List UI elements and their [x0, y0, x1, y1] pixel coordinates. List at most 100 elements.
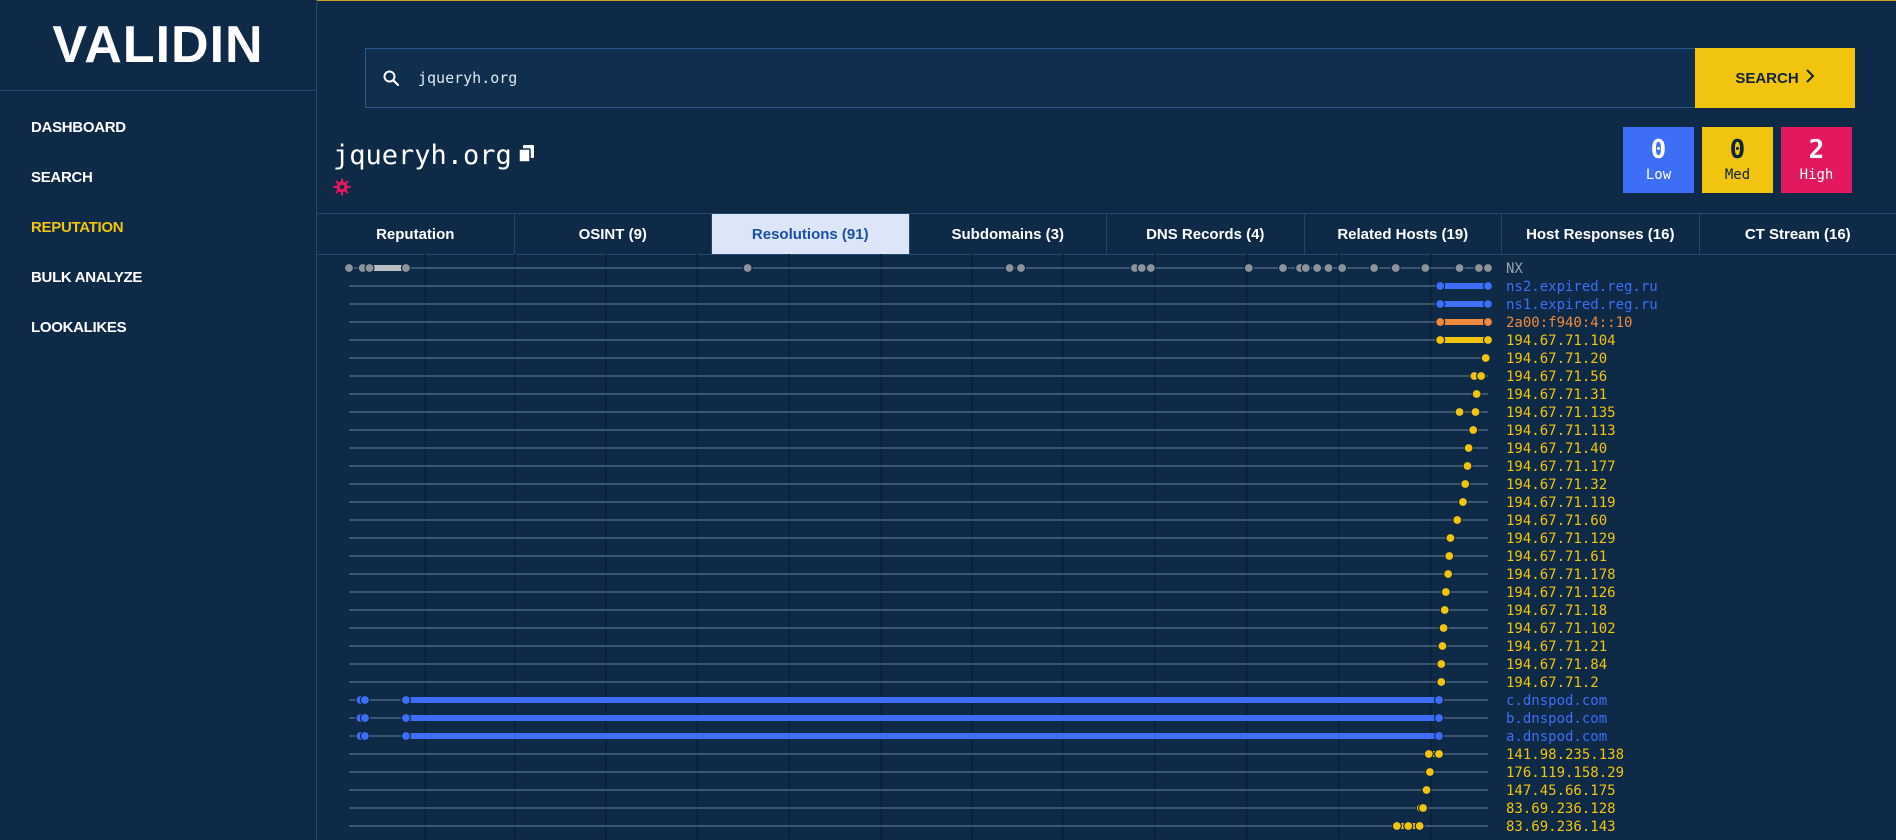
timeline-point — [1462, 460, 1473, 472]
med-count-badge[interactable]: 0 Med — [1702, 127, 1773, 193]
timeline-point — [1136, 262, 1147, 274]
resolution-label: 194.67.71.135 — [1506, 405, 1616, 421]
timeline-point — [1452, 514, 1463, 526]
tab-host-responses[interactable]: Host Responses (16) — [1502, 214, 1700, 254]
resolution-label: ns1.expired.reg.ru — [1506, 297, 1658, 313]
timeline-point — [1423, 748, 1434, 760]
sidebar-item-dashboard[interactable]: DASHBOARD — [0, 111, 316, 161]
timeline-point — [1323, 262, 1334, 274]
tab-osint[interactable]: OSINT (9) — [515, 214, 712, 254]
resolution-label: 194.67.71.21 — [1506, 639, 1607, 655]
timeline-point — [1468, 424, 1479, 436]
timeline-point — [1482, 298, 1494, 310]
resolution-label: 194.67.71.84 — [1506, 657, 1607, 673]
timeline-point — [742, 262, 753, 274]
timeline-point — [1300, 262, 1311, 274]
timeline-point — [1437, 640, 1448, 652]
high-count: 2 — [1808, 135, 1825, 165]
timeline-point — [1482, 280, 1494, 292]
timeline-point — [1440, 586, 1451, 598]
timeline-point — [1435, 280, 1446, 292]
timeline-point — [1015, 262, 1027, 274]
search-icon — [366, 70, 416, 86]
timeline-point — [400, 730, 412, 742]
timeline-point — [1482, 334, 1494, 346]
resolution-label: 147.45.66.175 — [1506, 783, 1616, 799]
tab-resolutions[interactable]: Resolutions (91) — [712, 214, 910, 254]
timeline-point — [1473, 262, 1484, 274]
sidebar-item-reputation[interactable]: REPUTATION — [0, 211, 316, 261]
timeline-point — [359, 712, 371, 724]
timeline-point — [1471, 388, 1482, 400]
resolution-label: ns2.expired.reg.ru — [1506, 279, 1658, 295]
timeline-point — [400, 712, 412, 724]
timeline-point — [1004, 262, 1015, 274]
tab-dns-records[interactable]: DNS Records (4) — [1107, 214, 1305, 254]
tab-subdomains[interactable]: Subdomains (3) — [910, 214, 1107, 254]
timeline-point — [1243, 262, 1254, 274]
copy-icon[interactable] — [518, 140, 536, 171]
timeline-point — [1277, 262, 1289, 274]
risk-counters: 0 Low 0 Med 2 High — [1623, 127, 1852, 193]
sidebar-item-search[interactable]: SEARCH — [0, 161, 316, 211]
resolution-label: 194.67.71.126 — [1506, 585, 1616, 601]
sidebar-item-lookalikes[interactable]: LOOKALIKES — [0, 311, 316, 361]
low-count-badge[interactable]: 0 Low — [1623, 127, 1694, 193]
resolution-label: c.dnspod.com — [1506, 693, 1607, 709]
timeline-point — [343, 262, 355, 274]
resolution-label: b.dnspod.com — [1506, 711, 1607, 727]
timeline-point — [1433, 730, 1445, 742]
validin-logo[interactable]: VALIDIN — [0, 0, 316, 91]
timeline-point — [1436, 676, 1447, 688]
sidebar-nav: DASHBOARD SEARCH REPUTATION BULK ANALYZE… — [0, 91, 316, 361]
resolution-label: 194.67.71.60 — [1506, 513, 1607, 529]
timeline-point — [1433, 712, 1445, 724]
timeline-point — [1403, 820, 1414, 832]
timeline-point — [1435, 334, 1446, 346]
high-label: High — [1799, 167, 1834, 183]
resolution-label: 194.67.71.32 — [1506, 477, 1607, 493]
timeline-point — [1480, 352, 1491, 364]
timeline-point — [1476, 370, 1487, 382]
resolution-label: 194.67.71.61 — [1506, 549, 1607, 565]
timeline-point — [1435, 316, 1446, 328]
timeline-point — [1443, 568, 1454, 580]
resolution-label: 194.67.71.102 — [1506, 621, 1616, 637]
search-button[interactable]: SEARCH — [1695, 48, 1855, 108]
tab-ct-stream[interactable]: CT Stream (16) — [1700, 214, 1896, 254]
timeline-point — [1420, 262, 1431, 274]
timeline-point — [1444, 550, 1455, 562]
sidebar-item-bulk-analyze[interactable]: BULK ANALYZE — [0, 261, 316, 311]
resolution-label: 194.67.71.113 — [1506, 423, 1616, 439]
resolution-label: 194.67.71.56 — [1506, 369, 1607, 385]
resolution-label: 194.67.71.18 — [1506, 603, 1607, 619]
resolution-label: NX — [1506, 261, 1523, 277]
tab-bar: Reputation OSINT (9) Resolutions (91) Su… — [317, 213, 1896, 255]
timeline-point — [1414, 820, 1425, 832]
search-input[interactable] — [416, 49, 1696, 107]
timeline-point — [1433, 748, 1445, 760]
timeline-point — [1454, 406, 1465, 418]
timeline-point — [1439, 604, 1450, 616]
timeline-point — [1391, 820, 1402, 832]
tab-reputation[interactable]: Reputation — [317, 214, 515, 254]
page-title: jqueryh.org — [333, 140, 512, 171]
resolution-label: 194.67.71.129 — [1506, 531, 1616, 547]
timeline-point — [1435, 298, 1446, 310]
timeline-point — [359, 694, 371, 706]
main-content: SEARCH jqueryh.org 0 Low 0 — [317, 0, 1896, 840]
high-count-badge[interactable]: 2 High — [1781, 127, 1852, 193]
timeline-point — [1470, 406, 1481, 418]
resolution-label: 194.67.71.20 — [1506, 351, 1607, 367]
med-count: 0 — [1729, 135, 1746, 165]
resolution-label: 141.98.235.138 — [1506, 747, 1624, 763]
timeline-point — [1424, 766, 1436, 778]
chevron-right-icon — [1805, 69, 1815, 87]
timeline-point — [1445, 532, 1456, 544]
timeline-point — [400, 262, 412, 274]
low-label: Low — [1645, 167, 1672, 183]
timeline-point — [1454, 262, 1465, 274]
timeline-point — [400, 694, 412, 706]
tab-related-hosts[interactable]: Related Hosts (19) — [1305, 214, 1502, 254]
resolution-label: 83.69.236.143 — [1506, 819, 1616, 835]
